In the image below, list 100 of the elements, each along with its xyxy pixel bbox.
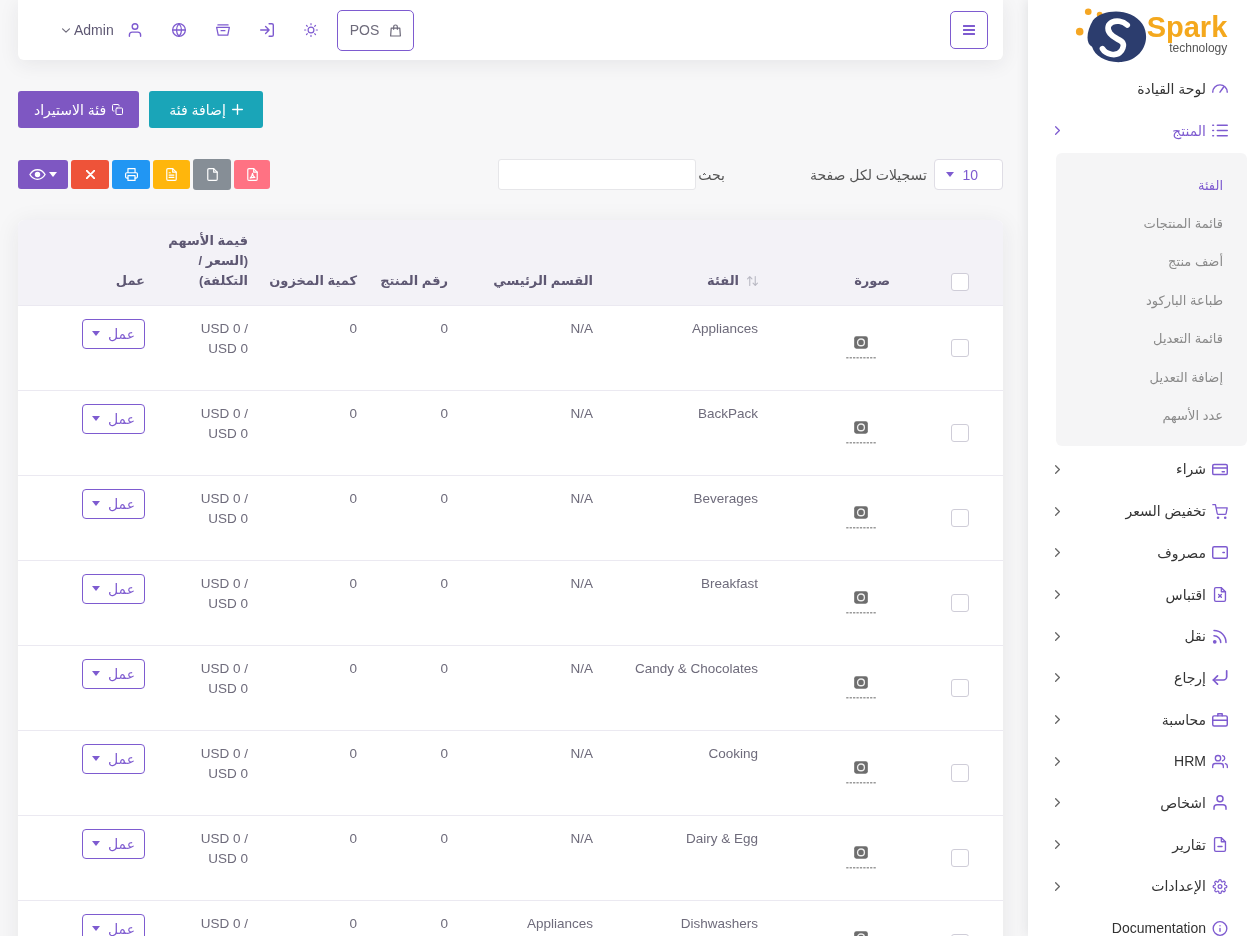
- table-cell: Appliances: [460, 900, 605, 936]
- list-icon: [1212, 123, 1228, 139]
- add-category-button[interactable]: إضافة فئة: [149, 91, 263, 128]
- image-placeholder-icon: [845, 760, 877, 785]
- pdf-export-button[interactable]: [234, 160, 270, 189]
- file-export-button[interactable]: [193, 159, 231, 190]
- table-cell: 0: [365, 305, 460, 390]
- sun-icon[interactable]: [303, 23, 318, 37]
- action-dropdown-button[interactable]: عمل: [82, 743, 145, 774]
- submenu-item[interactable]: إضافة التعديل: [1056, 357, 1247, 397]
- caret-down-icon: [91, 926, 100, 931]
- sidebar-item[interactable]: HRM: [1028, 740, 1259, 783]
- submenu-item[interactable]: قائمة التعديل: [1056, 319, 1247, 358]
- table-cell: N/A: [460, 305, 605, 390]
- sidebar-item[interactable]: اقتباس: [1028, 573, 1259, 616]
- table-cell: 0: [365, 560, 460, 645]
- image-placeholder-icon: [845, 590, 877, 615]
- rss-icon: [1212, 628, 1228, 644]
- table-cell: 0: [260, 730, 365, 815]
- sidebar-item[interactable]: اشخاص: [1028, 782, 1259, 824]
- table-cell: 0: [365, 390, 460, 475]
- settings-icon: [1212, 878, 1228, 894]
- submenu-item[interactable]: قائمة المنتجات: [1056, 204, 1247, 243]
- image-placeholder-icon: [845, 420, 877, 445]
- image-placeholder-icon: [845, 845, 877, 870]
- print-button[interactable]: [112, 160, 150, 189]
- globe-icon[interactable]: [171, 23, 186, 37]
- action-dropdown-button[interactable]: عمل: [82, 573, 145, 604]
- sidebar-item[interactable]: تقارير: [1028, 823, 1259, 866]
- chevron-down-icon: [62, 27, 70, 33]
- table-cell: N/A: [460, 390, 605, 475]
- sort-icon[interactable]: [747, 275, 758, 286]
- chevron-icon: [1055, 631, 1060, 641]
- user-icon[interactable]: [127, 23, 142, 37]
- close-icon: [85, 170, 95, 179]
- caret-down-icon: [946, 172, 955, 177]
- row-checkbox[interactable]: [951, 593, 969, 612]
- chevron-icon: [1055, 464, 1060, 474]
- table-cell: N/A: [460, 560, 605, 645]
- wallet-icon: [1212, 545, 1228, 561]
- sidebar-item[interactable]: إرجاع: [1028, 657, 1259, 699]
- submenu-item[interactable]: أضف منتج: [1056, 242, 1247, 282]
- sidebar-item[interactable]: المنتج: [1028, 109, 1259, 152]
- row-checkbox[interactable]: [951, 338, 969, 357]
- table-cell: N/A: [460, 475, 605, 560]
- table-cell: 0: [260, 305, 365, 390]
- file-minus-icon: [1212, 837, 1228, 853]
- action-dropdown-button[interactable]: عمل: [82, 488, 145, 519]
- import-button[interactable]: فئة الاستيراد: [18, 91, 140, 128]
- sidebar-item[interactable]: الإعدادات: [1028, 865, 1259, 908]
- chevron-icon: [1055, 673, 1060, 683]
- sidebar-item[interactable]: تخفيض السعر: [1028, 490, 1259, 532]
- column-header: رقم المنتج: [380, 272, 448, 288]
- action-dropdown-button[interactable]: عمل: [82, 913, 145, 936]
- sidebar-item[interactable]: لوحة القيادة: [1028, 68, 1259, 110]
- action-dropdown-button[interactable]: عمل: [82, 403, 145, 434]
- close-button[interactable]: [71, 160, 109, 189]
- basket-icon[interactable]: [215, 23, 230, 37]
- caret-down-icon: [91, 416, 100, 421]
- submenu-item[interactable]: الفئة: [1056, 165, 1247, 205]
- user-menu[interactable]: Admin: [62, 22, 114, 38]
- credit-card-icon: [1212, 461, 1228, 477]
- sidebar-item[interactable]: محاسبة: [1028, 698, 1259, 741]
- chevron-icon: [1055, 798, 1060, 808]
- search-field[interactable]: [498, 159, 697, 190]
- column-header: كمية المخزون: [269, 272, 357, 288]
- column-header: الفئة: [707, 272, 739, 288]
- per-page-label: تسجيلات لكل صفحة: [809, 166, 927, 183]
- table-cell: 0: [260, 560, 365, 645]
- pdf-file-icon: [246, 168, 258, 181]
- user-icon: [1212, 795, 1228, 811]
- row-checkbox[interactable]: [951, 508, 969, 527]
- document-export-button[interactable]: [153, 160, 190, 189]
- login-icon[interactable]: [259, 23, 274, 37]
- column-header: صورة: [854, 272, 890, 288]
- submenu-item[interactable]: عدد الأسهم: [1056, 396, 1247, 435]
- sidebar-item[interactable]: Documentation: [1028, 907, 1259, 936]
- submenu-item[interactable]: طباعة الباركود: [1056, 281, 1247, 320]
- table-cell: 0: [365, 900, 460, 936]
- table-cell: USD 0 / USD 0: [155, 475, 260, 560]
- select-all-checkbox[interactable]: [951, 272, 969, 291]
- chevron-icon: [1055, 590, 1060, 599]
- column-visibility-button[interactable]: [18, 160, 68, 189]
- row-checkbox[interactable]: [951, 423, 969, 442]
- action-dropdown-button[interactable]: عمل: [82, 828, 145, 859]
- table-cell: N/A: [460, 730, 605, 815]
- action-dropdown-button[interactable]: عمل: [82, 658, 145, 689]
- sidebar-item[interactable]: شراء: [1028, 448, 1259, 491]
- table-cell: USD 0 /: [155, 900, 260, 936]
- row-checkbox[interactable]: [951, 678, 969, 697]
- per-page-select[interactable]: 10: [934, 159, 1003, 190]
- row-checkbox[interactable]: [951, 763, 969, 782]
- info-icon: [1212, 920, 1228, 936]
- sidebar-item[interactable]: نقل: [1028, 615, 1259, 658]
- row-checkbox[interactable]: [951, 848, 969, 867]
- menu-button[interactable]: [950, 11, 988, 49]
- chevron-icon: [1055, 881, 1060, 891]
- action-dropdown-button[interactable]: عمل: [82, 318, 145, 349]
- pos-button[interactable]: POS: [336, 9, 415, 51]
- sidebar-item[interactable]: مصروف: [1028, 532, 1259, 574]
